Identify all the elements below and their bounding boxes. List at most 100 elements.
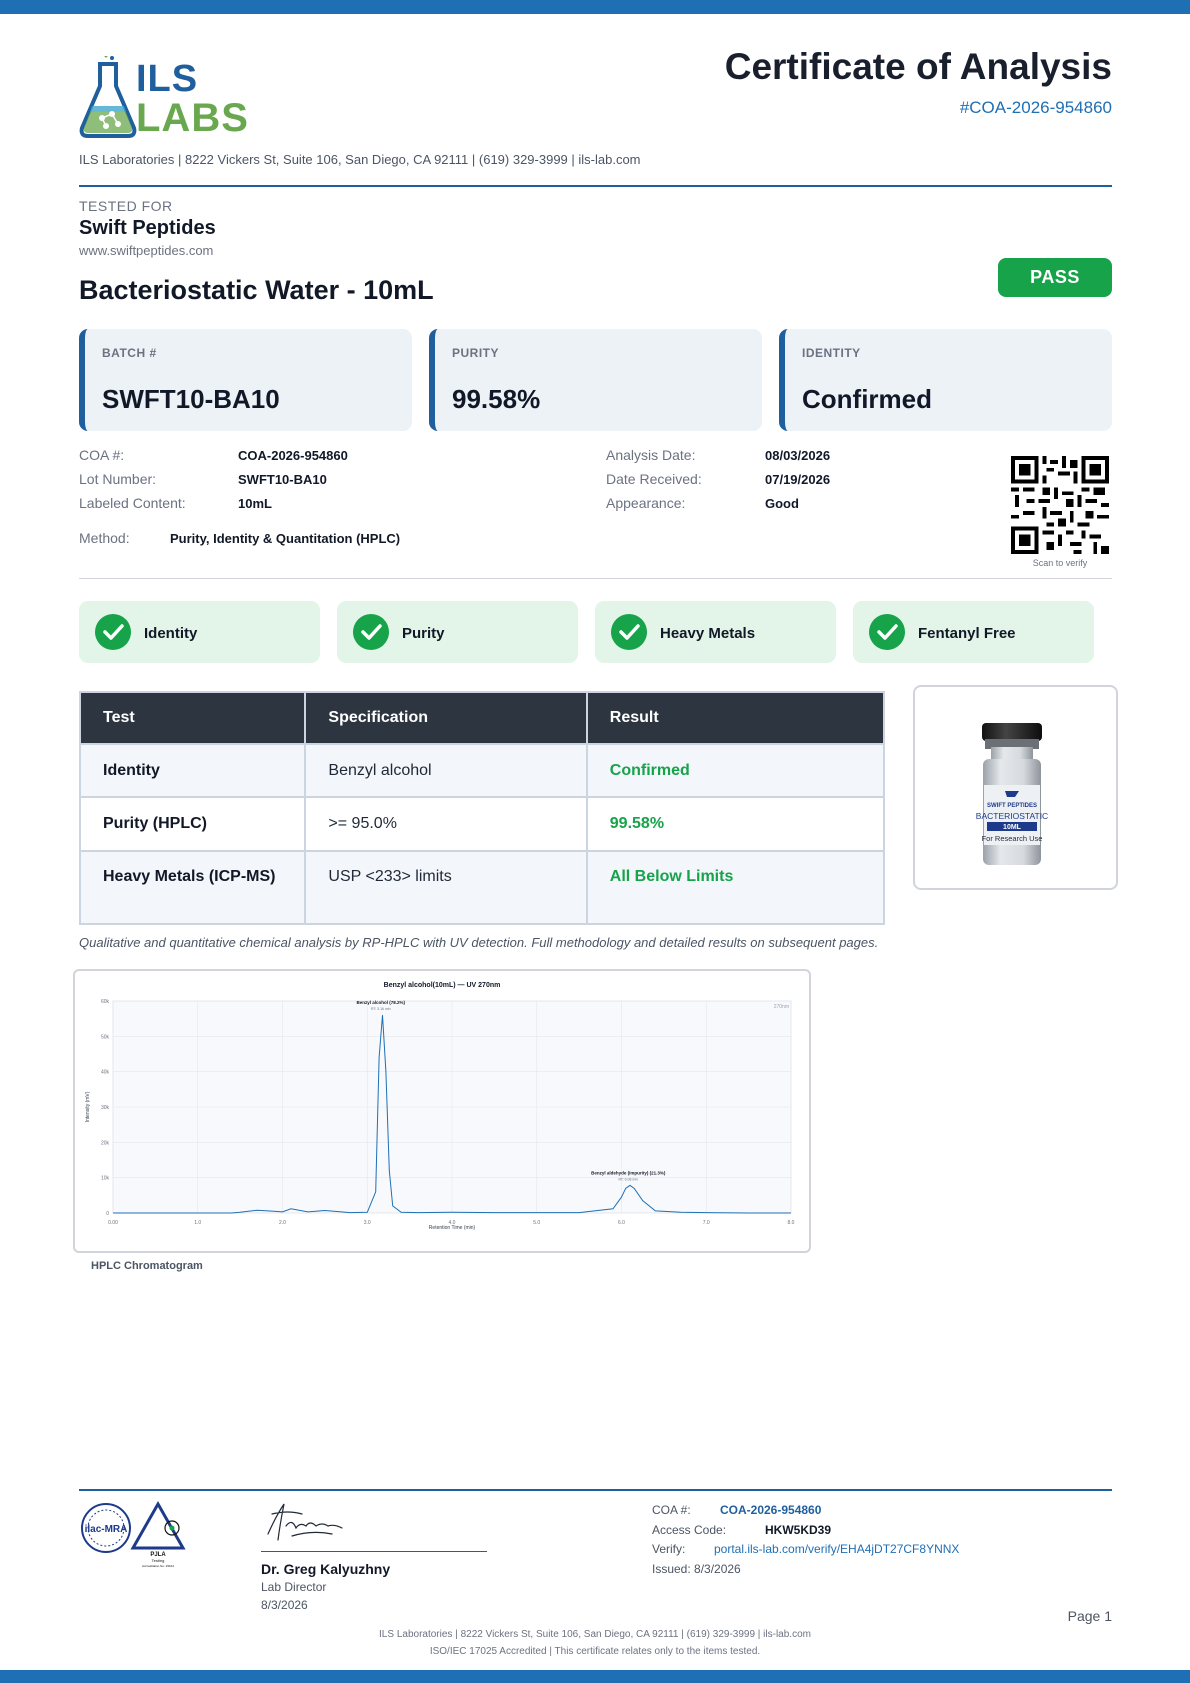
coa-label: COA #: bbox=[79, 447, 125, 463]
chromatogram-caption: HPLC Chromatogram bbox=[91, 1260, 203, 1272]
batch-card-label: BATCH # bbox=[102, 346, 157, 360]
checkmark-icon bbox=[95, 614, 131, 650]
batch-card: BATCH # SWFT10-BA10 bbox=[79, 329, 412, 431]
footer-coa-label: COA #: bbox=[652, 1503, 691, 1517]
certificate-title: Certificate of Analysis bbox=[724, 46, 1112, 87]
batch-card-value: SWFT10-BA10 bbox=[102, 384, 280, 414]
coa-value: COA-2026-954860 bbox=[238, 448, 348, 463]
chromatogram-panel: 0.00 1.0 2.0 3.0 4.0 5.0 6.0 7.0 8.0 0 10k 20k 30k 40… bbox=[73, 969, 811, 1253]
pass-status-badge: PASS bbox=[998, 258, 1112, 297]
product-name: Bacteriostatic Water - 10mL bbox=[79, 275, 434, 305]
x-tick-label: 0.00 bbox=[108, 1220, 118, 1226]
access-code-value: HKW5KD39 bbox=[765, 1523, 832, 1537]
peak-retention-label: RT: 6.08 min bbox=[618, 1177, 638, 1181]
labeled-content-label: Labeled Content: bbox=[79, 495, 186, 511]
pjla-sub: Testing bbox=[152, 1558, 165, 1563]
method-value: Purity, Identity & Quantitation (HPLC) bbox=[170, 531, 401, 546]
methodology-note: Qualitative and quantitative chemical an… bbox=[79, 935, 879, 950]
results-table: Test Specification Result Identity Benzy… bbox=[78, 691, 886, 925]
purity-card: PURITY 99.58% bbox=[429, 329, 762, 431]
lot-number-label: Lot Number: bbox=[79, 471, 157, 487]
check-badge-purity: Purity bbox=[337, 601, 578, 663]
signature-image bbox=[267, 1503, 343, 1541]
check-label: Identity bbox=[144, 625, 198, 642]
result-cell: 99.58% bbox=[585, 796, 886, 852]
footer-address: ILS Laboratories | 8222 Vickers St, Suit… bbox=[379, 1629, 811, 1640]
check-badge-heavy-metals: Heavy Metals bbox=[595, 601, 836, 663]
access-code-label: Access Code: bbox=[652, 1523, 727, 1537]
x-tick-label: 3.0 bbox=[364, 1220, 371, 1226]
peak-retention-label: RT: 3.16 min bbox=[371, 1007, 391, 1011]
verify-link[interactable]: portal.ils-lab.com/verify/EHA4jDT27CF8YN… bbox=[714, 1542, 959, 1556]
test-cell: Heavy Metals (ICP-MS) bbox=[78, 850, 307, 925]
footer-accreditation-note: ISO/IEC 17025 Accredited | This certific… bbox=[429, 1646, 761, 1657]
appearance-value: Good bbox=[765, 496, 799, 511]
tested-for-label: TESTED FOR bbox=[79, 198, 173, 214]
x-tick-label: 7.0 bbox=[703, 1220, 710, 1226]
date-received-value: 07/19/2026 bbox=[765, 472, 831, 487]
result-cell: Confirmed bbox=[585, 743, 886, 798]
signature-line bbox=[261, 1551, 487, 1552]
logo-text-ils: ILS bbox=[136, 58, 199, 100]
date-received-label: Date Received: bbox=[606, 471, 702, 487]
x-tick-label: 5.0 bbox=[533, 1220, 540, 1226]
y-tick-label: 0 bbox=[106, 1211, 109, 1217]
footer-coa-value: COA-2026-954860 bbox=[720, 1503, 822, 1517]
footer-divider bbox=[79, 1489, 1112, 1491]
vial-note: For Research Use bbox=[982, 834, 1043, 843]
y-tick-label: 50k bbox=[101, 1034, 110, 1040]
test-cell: Identity bbox=[78, 743, 307, 798]
spec-cell: USP <233> limits bbox=[304, 850, 588, 925]
labeled-content-value: 10mL bbox=[238, 496, 272, 511]
vial-volume: 10ML bbox=[1003, 824, 1022, 831]
verification-qr-code[interactable] bbox=[1011, 456, 1109, 554]
result-cell: All Below Limits bbox=[585, 850, 886, 925]
signer-name: Dr. Greg Kalyuzhny bbox=[261, 1561, 391, 1577]
pjla-accreditation: Accreditation No. 29612 bbox=[142, 1564, 174, 1568]
wavelength-label: 270nm bbox=[774, 1004, 789, 1010]
chart-title: Benzyl alcohol(10mL) — UV 270nm bbox=[384, 982, 501, 989]
check-label: Purity bbox=[402, 625, 445, 642]
x-axis-label: Retention Time (min) bbox=[429, 1225, 476, 1231]
spec-cell: Benzyl alcohol bbox=[304, 743, 588, 798]
flask-icon bbox=[79, 54, 137, 138]
analysis-date-value: 08/03/2026 bbox=[765, 448, 831, 463]
test-cell: Purity (HPLC) bbox=[78, 796, 307, 852]
issued-date: Issued: 8/3/2026 bbox=[652, 1562, 741, 1576]
purity-card-label: PURITY bbox=[452, 346, 500, 360]
certificate-number: #COA-2026-954860 bbox=[959, 98, 1112, 117]
x-tick-label: 1.0 bbox=[194, 1220, 201, 1226]
check-label: Heavy Metals bbox=[660, 625, 756, 642]
lab-address: ILS Laboratories | 8222 Vickers St, Suit… bbox=[79, 152, 641, 167]
accreditation-logos: ilac-MRA PJLA Testing Accreditation No. … bbox=[80, 1500, 190, 1570]
peak-label: Benzyl alcohol (78.2%) bbox=[357, 1000, 406, 1005]
accreditation-seal-icon: ilac-MRA PJLA Testing Accreditation No. … bbox=[81, 1500, 186, 1568]
table-row: Heavy Metals (ICP-MS) USP <233> limits A… bbox=[78, 850, 886, 925]
vial-brand: SWIFT PEPTIDES bbox=[987, 803, 1037, 809]
y-tick-label: 30k bbox=[101, 1105, 110, 1111]
check-label: Fentanyl Free bbox=[918, 625, 1016, 642]
table-row: Identity Benzyl alcohol Confirmed bbox=[78, 743, 886, 798]
ilac-text: ilac-MRA bbox=[85, 1524, 128, 1535]
y-tick-label: 10k bbox=[101, 1176, 110, 1182]
logo-text-labs: LABS bbox=[136, 96, 249, 140]
product-image: SWIFT PEPTIDES BACTERIOSTATIC 10ML For R… bbox=[913, 685, 1118, 890]
check-badge-fentanyl-free: Fentanyl Free bbox=[853, 601, 1094, 663]
top-accent-bar bbox=[0, 0, 1190, 14]
x-tick-label: 6.0 bbox=[618, 1220, 625, 1226]
method-label: Method: bbox=[79, 530, 130, 546]
signer-date: 8/3/2026 bbox=[261, 1598, 308, 1612]
details-divider bbox=[79, 578, 1112, 579]
column-header-test: Test bbox=[78, 691, 307, 745]
identity-card-label: IDENTITY bbox=[802, 346, 861, 360]
table-header-row: Test Specification Result bbox=[78, 691, 886, 745]
lot-number-value: SWFT10-BA10 bbox=[238, 472, 327, 487]
y-tick-label: 20k bbox=[101, 1140, 110, 1146]
client-name: Swift Peptides bbox=[79, 217, 216, 239]
y-tick-label: 60k bbox=[101, 999, 110, 1005]
analysis-date-label: Analysis Date: bbox=[606, 447, 696, 463]
purity-card-value: 99.58% bbox=[452, 384, 541, 414]
client-url: www.swiftpeptides.com bbox=[79, 243, 214, 258]
header-divider bbox=[79, 185, 1112, 187]
x-tick-label: 2.0 bbox=[279, 1220, 286, 1226]
